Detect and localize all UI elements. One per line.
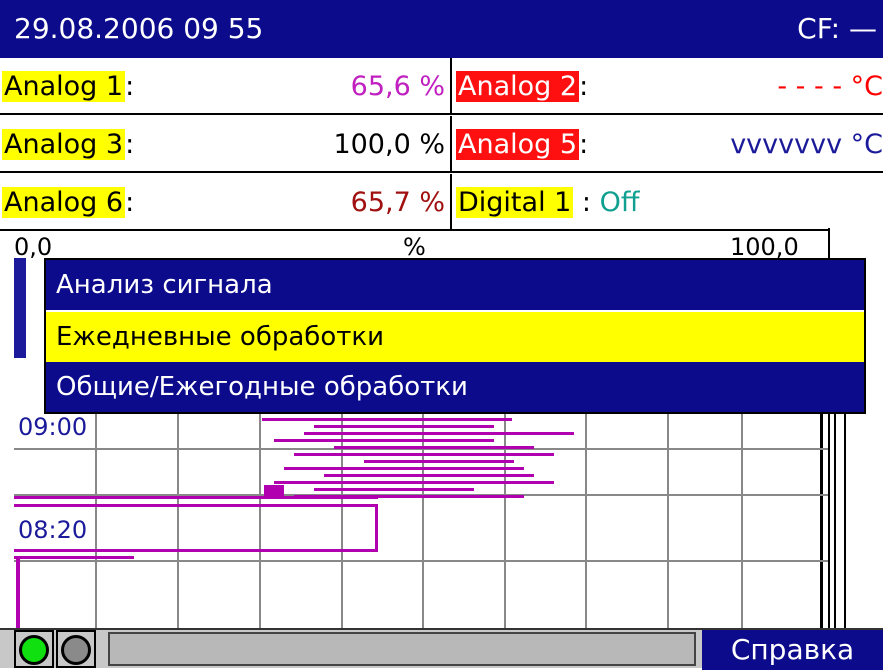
channel-row-3: Analog 6: 65,7 % Digital 1 : Off [0, 174, 883, 231]
status-field [108, 632, 696, 666]
trace-segment [284, 467, 524, 470]
grid-line [14, 560, 828, 562]
time-label: 09:00 [18, 413, 88, 441]
channel-analog-1[interactable]: Analog 1: [2, 58, 134, 115]
scale-min: 0,0 [14, 233, 53, 261]
channel-analog-2[interactable]: Analog 2: [456, 58, 588, 115]
bottom-bar: Справка [0, 628, 883, 670]
trace-segment [274, 439, 494, 442]
title-bar: 29.08.2006 09 55 CF: — [0, 0, 883, 58]
signal-analysis-menu: Анализ сигнала Ежедневные обработки Общи… [44, 258, 866, 414]
channel-row-1: Analog 1: 65,6 % Analog 2: - - - - °C [0, 58, 883, 115]
datetime-display: 29.08.2006 09 55 [14, 12, 264, 45]
channel-label: Analog 6 [2, 187, 126, 218]
trace-segment [324, 474, 534, 477]
trace-segment [262, 418, 512, 421]
help-button[interactable]: Справка [702, 630, 883, 670]
cf-indicator: CF: — [797, 12, 877, 45]
trace-segment [375, 504, 378, 552]
channel-value: Off [599, 187, 640, 218]
status-led-gray-icon [61, 635, 91, 665]
trace-segment [14, 504, 378, 507]
trace-marker [14, 258, 26, 358]
trace-segment [304, 432, 574, 435]
channel-value: 65,6 % [350, 71, 445, 102]
trace-segment [14, 556, 134, 559]
channel-analog-3[interactable]: Analog 3: [2, 116, 134, 173]
channel-label: Digital 1 [456, 187, 574, 218]
trace-segment [14, 549, 378, 552]
channel-label: Analog 5 [456, 129, 580, 160]
scale-unit: % [403, 233, 426, 261]
channel-analog-5[interactable]: Analog 5: [456, 116, 588, 173]
menu-title: Анализ сигнала [46, 260, 864, 310]
trace-segment [314, 488, 474, 491]
column-divider [450, 116, 452, 173]
column-divider [450, 174, 452, 231]
trace-segment [334, 446, 534, 449]
channel-label: Analog 2 [456, 71, 580, 102]
status-led-green-icon [19, 635, 49, 665]
led-box [56, 630, 96, 668]
channel-label: Analog 3 [2, 129, 126, 160]
scale-max: 100,0 [730, 233, 799, 261]
channel-value: 100,0 % [333, 129, 445, 160]
channel-row-2: Analog 3: 100,0 % Analog 5: vvvvvvv °C [0, 116, 883, 173]
channel-digital-1[interactable]: Digital 1 : Off [456, 174, 639, 231]
channel-value: - - - - °C [777, 71, 883, 102]
trace-segment [274, 481, 554, 484]
time-label: 08:20 [18, 516, 88, 544]
trace-segment [294, 453, 554, 456]
channel-label: Analog 1 [2, 71, 126, 102]
led-box [14, 630, 54, 668]
channel-value: 65,7 % [350, 187, 445, 218]
trace-segment [314, 425, 494, 428]
trace-segment [14, 496, 378, 499]
channel-analog-6[interactable]: Analog 6: [2, 174, 134, 231]
column-divider [450, 58, 452, 115]
channel-value: vvvvvvv °C [730, 129, 883, 160]
menu-item-daily-processing[interactable]: Ежедневные обработки [46, 312, 864, 362]
menu-item-general-yearly-processing[interactable]: Общие/Ежегодные обработки [46, 362, 864, 412]
trace-segment [16, 556, 20, 628]
trace-segment [364, 460, 514, 463]
